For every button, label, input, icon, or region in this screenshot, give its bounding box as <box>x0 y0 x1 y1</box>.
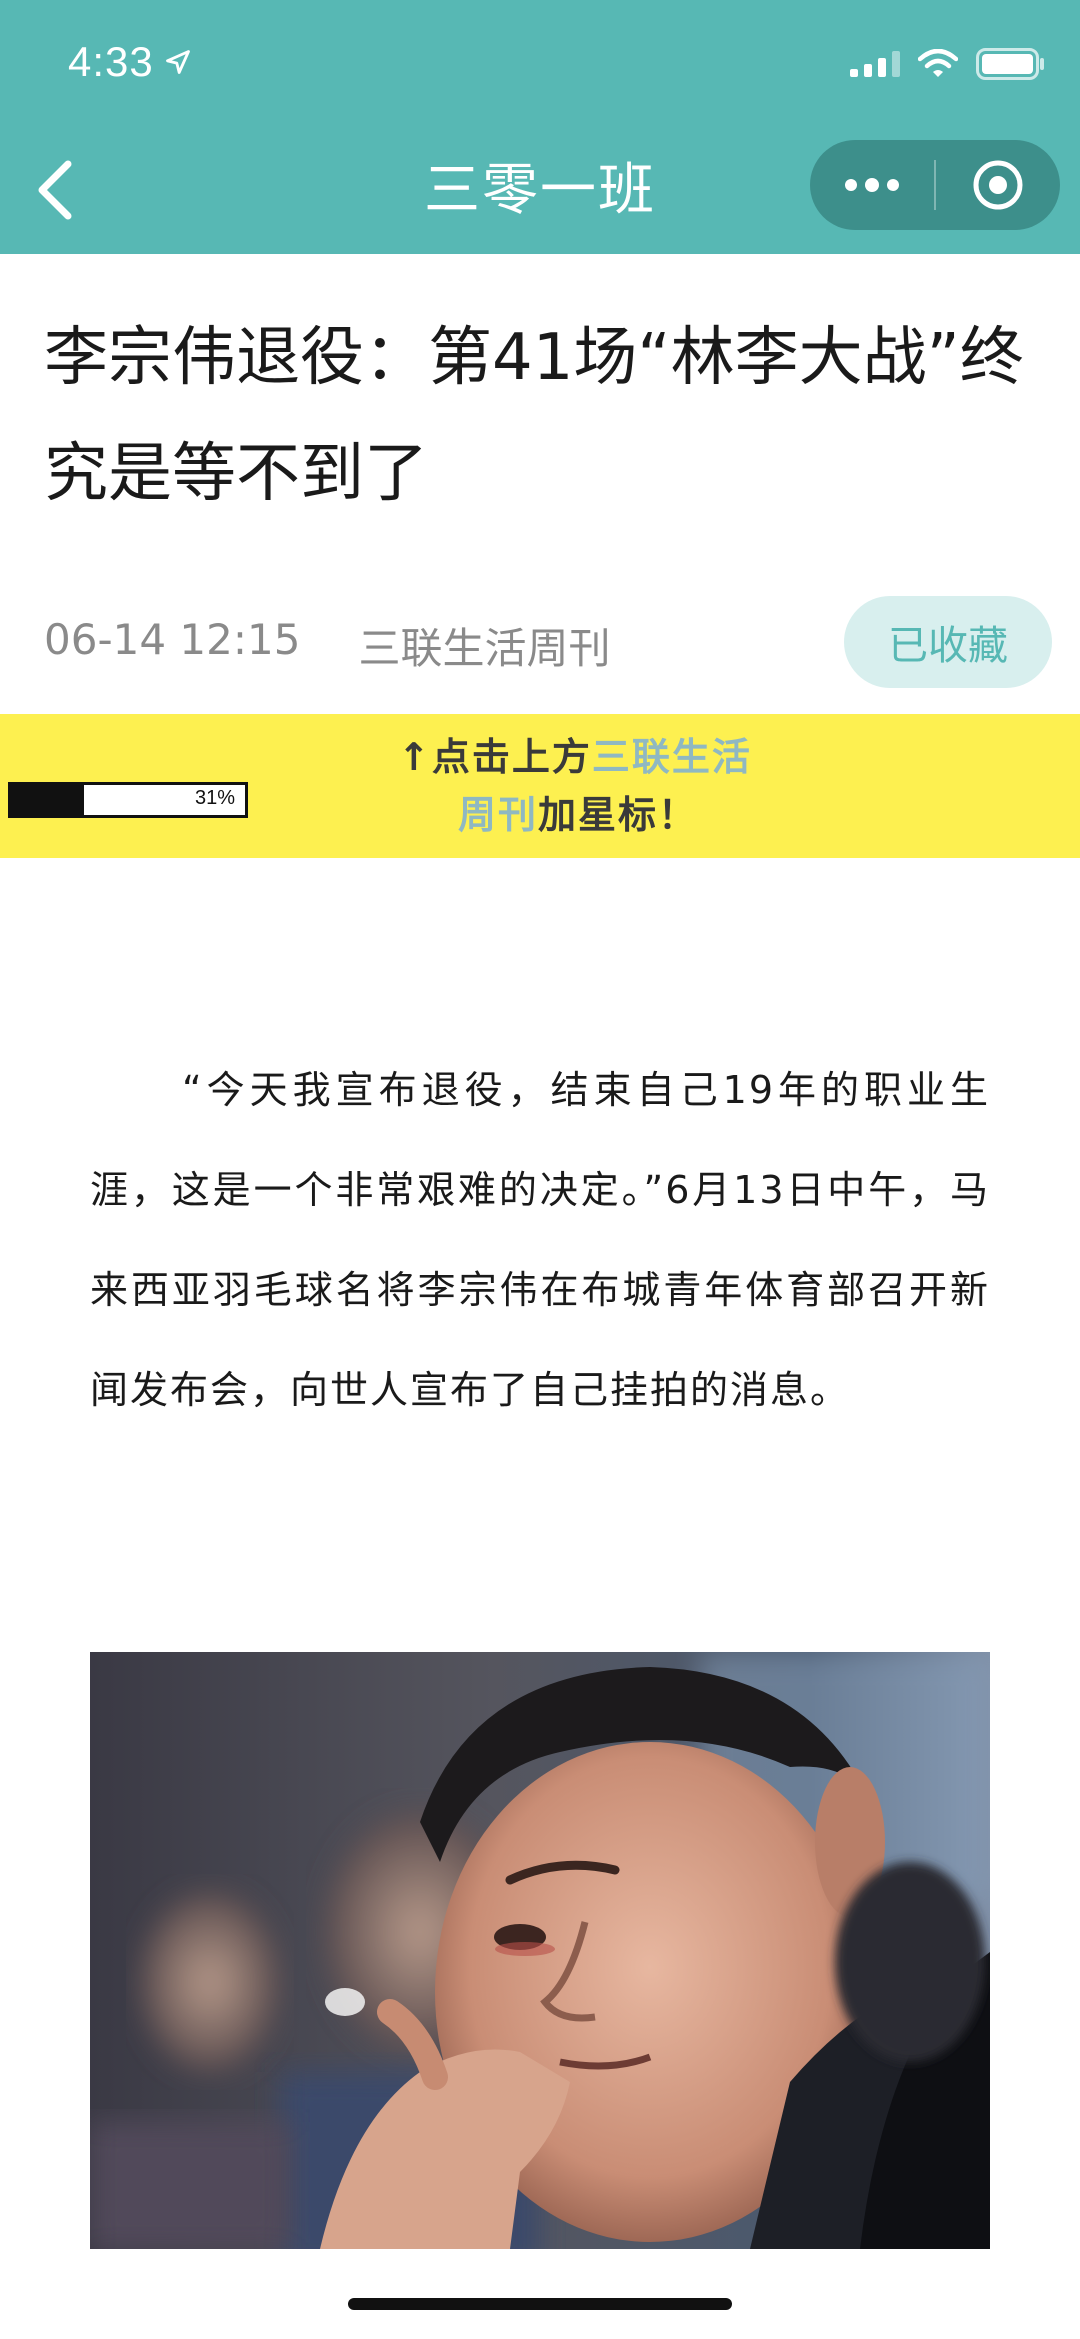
close-button[interactable] <box>936 140 1060 230</box>
cellular-signal-icon <box>850 51 900 77</box>
article-meta: 06-14 12:15 三联生活周刊 <box>44 615 610 676</box>
progress-fill <box>11 785 84 815</box>
article-source[interactable]: 三联生活周刊 <box>358 615 610 676</box>
progress-label: 31% <box>194 787 235 809</box>
wifi-icon <box>918 49 958 77</box>
banner-line-1: ↑点击上方三联生活 <box>390 728 790 786</box>
status-time-text: 4:33 <box>68 38 154 85</box>
banner-text: ↑点击上方三联生活 周刊加星标！ <box>390 728 790 844</box>
favorite-button[interactable]: 已收藏 <box>844 596 1052 688</box>
banner-prefix: ↑点击上方 <box>398 735 592 779</box>
article-paragraph: “今天我宣布退役，结束自己19年的职业生涯，这是一个非常艰难的决定。”6月13日… <box>90 1068 990 1412</box>
status-icons <box>850 48 1046 80</box>
article-date: 06-14 12:15 <box>44 615 301 664</box>
banner-highlight-b: 周刊 <box>458 793 539 837</box>
banner-line-2: 周刊加星标！ <box>390 786 790 844</box>
more-dots-icon <box>845 178 899 192</box>
location-arrow-icon <box>165 50 190 74</box>
reading-progress-bar: 31% <box>8 782 248 818</box>
more-button[interactable] <box>810 140 934 230</box>
photo-image <box>90 1652 990 2249</box>
banner-highlight-a: 三联生活 <box>591 735 752 779</box>
battery-icon <box>976 48 1044 80</box>
banner-suffix: 加星标！ <box>538 793 699 837</box>
home-indicator[interactable] <box>348 2298 732 2310</box>
mini-program-capsule <box>810 140 1060 230</box>
article-photo[interactable] <box>90 1652 990 2249</box>
target-close-icon <box>973 160 1023 210</box>
top-bar: 4:33 三零一班 <box>0 0 1080 254</box>
status-time: 4:33 <box>68 38 192 86</box>
article-title: 李宗伟退役：第41场“林李大战”终究是等不到了 <box>44 321 1024 511</box>
